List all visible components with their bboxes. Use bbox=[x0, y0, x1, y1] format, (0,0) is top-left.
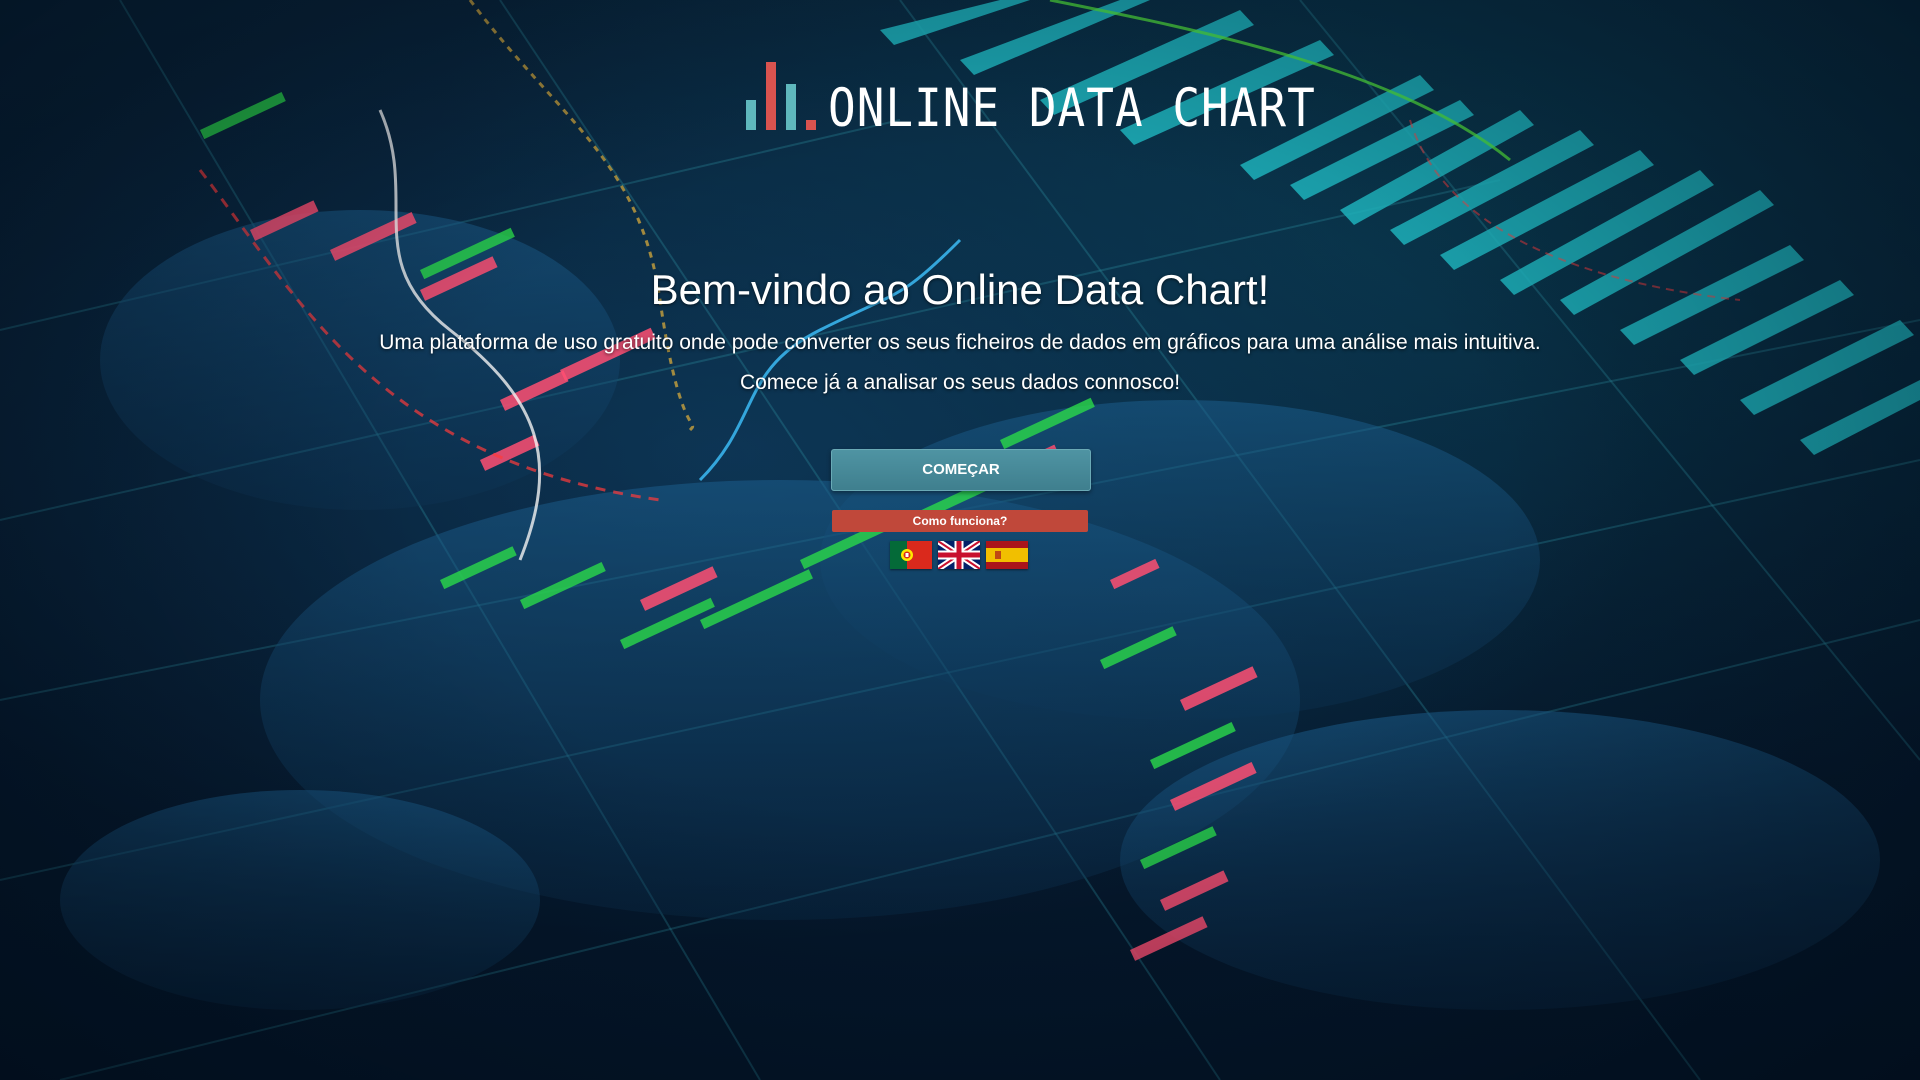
page-title: Bem-vindo ao Online Data Chart! bbox=[650, 266, 1270, 313]
portugal-flag-icon[interactable] bbox=[890, 541, 932, 569]
logo-bar-1 bbox=[746, 100, 756, 130]
site-logo[interactable]: ONLINE DATA CHART bbox=[742, 58, 1316, 136]
bar-chart-logo-icon bbox=[742, 58, 822, 136]
hero-content: ONLINE DATA CHART Bem-vindo ao Online Da… bbox=[0, 0, 1920, 1080]
spain-flag-icon[interactable] bbox=[986, 541, 1028, 569]
hero-subtitle: Uma plataforma de uso gratuito onde pode… bbox=[379, 331, 1541, 354]
how-it-works-button[interactable]: Como funciona? bbox=[832, 510, 1088, 532]
uk-flag-icon[interactable] bbox=[938, 541, 980, 569]
landing-page: ONLINE DATA CHART Bem-vindo ao Online Da… bbox=[0, 0, 1920, 1080]
logo-text: ONLINE DATA CHART bbox=[828, 76, 1316, 139]
logo-dot bbox=[806, 120, 816, 130]
logo-bar-3 bbox=[786, 84, 796, 130]
language-selector bbox=[890, 541, 1028, 569]
logo-bar-2 bbox=[766, 62, 776, 130]
hero-tagline: Comece já a analisar os seus dados conno… bbox=[739, 371, 1181, 394]
start-button[interactable]: COMEÇAR bbox=[831, 449, 1091, 491]
